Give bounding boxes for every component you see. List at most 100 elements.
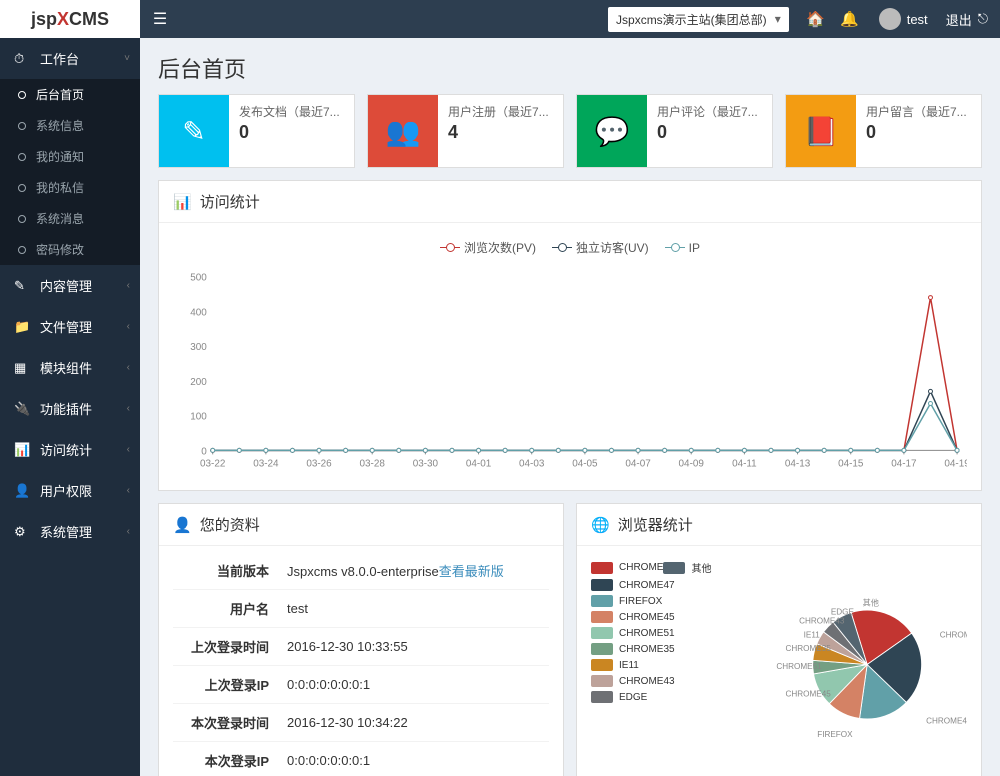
pie-legend-label: CHROME bbox=[619, 562, 663, 573]
pie-legend-item[interactable]: CHROME35 bbox=[591, 643, 681, 655]
svg-text:03-26: 03-26 bbox=[306, 458, 332, 469]
section-icon: ⚙ bbox=[14, 524, 32, 540]
svg-text:04-07: 04-07 bbox=[625, 458, 651, 469]
legend-item[interactable]: 浏览次数(PV) bbox=[440, 239, 536, 256]
svg-text:03-30: 03-30 bbox=[413, 458, 439, 469]
profile-label: 本次登录IP bbox=[173, 742, 283, 776]
stat-card-3[interactable]: 📕用户留言（最近7...0 bbox=[785, 94, 982, 168]
logout-label: 退出 bbox=[946, 10, 972, 29]
pie-legend-swatch bbox=[591, 579, 613, 591]
profile-value: Jspxcms v8.0.0-enterprise查看最新版 bbox=[283, 552, 549, 590]
avatar bbox=[879, 8, 901, 30]
pie-chart: CHROMECHROME47FIREFOXCHROME45CHROME51CHR… bbox=[731, 560, 967, 760]
pie-legend: CHROME其他 CHROME47 FIREFOX CHROME45 CHROME51 C… bbox=[591, 560, 731, 760]
circle-icon bbox=[18, 153, 26, 161]
sidebar-item-0-5[interactable]: 密码修改 bbox=[0, 234, 140, 265]
sidebar-section-6[interactable]: 👤用户权限‹ bbox=[0, 470, 140, 511]
pie-legend-item[interactable]: FIREFOX bbox=[591, 595, 681, 607]
pie-legend-swatch bbox=[591, 562, 613, 574]
section-label: 模块组件 bbox=[40, 358, 92, 377]
sidebar-item-0-2[interactable]: 我的通知 bbox=[0, 141, 140, 172]
sidebar-item-0-1[interactable]: 系统信息 bbox=[0, 110, 140, 141]
svg-text:400: 400 bbox=[190, 307, 207, 318]
profile-label: 当前版本 bbox=[173, 552, 283, 590]
svg-text:100: 100 bbox=[190, 412, 207, 423]
site-selector-dropdown[interactable]: Jspxcms演示主站(集团总部) bbox=[608, 7, 789, 32]
pie-legend-item[interactable]: CHROME bbox=[591, 560, 663, 575]
chevron-icon: ‹ bbox=[127, 444, 130, 455]
profile-header: 👤 您的资料 bbox=[159, 504, 563, 546]
stat-card-icon: 📕 bbox=[786, 95, 856, 167]
profile-label: 上次登录时间 bbox=[173, 628, 283, 666]
svg-text:FIREFOX: FIREFOX bbox=[817, 730, 853, 739]
brand-logo: jspXCMS bbox=[0, 0, 140, 38]
stat-card-2[interactable]: 💬用户评论（最近7...0 bbox=[576, 94, 773, 168]
pie-legend-item[interactable]: CHROME43 bbox=[591, 675, 681, 687]
brand-jsp: jsp bbox=[31, 9, 57, 30]
svg-text:04-11: 04-11 bbox=[732, 458, 757, 469]
profile-label: 本次登录时间 bbox=[173, 704, 283, 742]
sidebar-section-7[interactable]: ⚙系统管理‹ bbox=[0, 511, 140, 552]
logout-button[interactable]: 退出 ⎋ bbox=[934, 10, 1000, 29]
sidebar-section-4[interactable]: 🔌功能插件‹ bbox=[0, 388, 140, 429]
legend-label: IP bbox=[689, 241, 700, 255]
stat-card-1[interactable]: 👥用户注册（最近7...4 bbox=[367, 94, 564, 168]
sidebar-section-1[interactable]: ✎内容管理‹ bbox=[0, 265, 140, 306]
profile-label: 上次登录IP bbox=[173, 666, 283, 704]
pie-legend-item[interactable]: CHROME47 bbox=[591, 579, 681, 591]
pie-legend-swatch bbox=[591, 595, 613, 607]
pie-legend-item[interactable]: IE11 bbox=[591, 659, 681, 671]
pie-legend-item[interactable]: CHROME45 bbox=[591, 611, 681, 623]
user-menu[interactable]: test bbox=[867, 8, 934, 30]
pie-legend-item[interactable]: CHROME51 bbox=[591, 627, 681, 639]
legend-marker bbox=[665, 247, 685, 248]
svg-text:CHROME45: CHROME45 bbox=[785, 689, 831, 698]
profile-row: 用户名test bbox=[173, 590, 549, 628]
sidebar-item-0-4[interactable]: 系统消息 bbox=[0, 203, 140, 234]
profile-panel: 👤 您的资料 当前版本Jspxcms v8.0.0-enterprise查看最新… bbox=[158, 503, 564, 776]
pie-legend-item[interactable]: EDGE bbox=[591, 691, 681, 703]
circle-icon bbox=[18, 215, 26, 223]
svg-text:CHROME: CHROME bbox=[940, 630, 967, 639]
svg-text:IE11: IE11 bbox=[804, 630, 821, 639]
chevron-icon: ‹ bbox=[127, 321, 130, 332]
sidebar-item-0-0[interactable]: 后台首页 bbox=[0, 79, 140, 110]
sidebar-section-3[interactable]: ▦模块组件‹ bbox=[0, 347, 140, 388]
section-label: 功能插件 bbox=[40, 399, 92, 418]
stat-card-icon: 💬 bbox=[577, 95, 647, 167]
profile-table: 当前版本Jspxcms v8.0.0-enterprise查看最新版用户名tes… bbox=[173, 552, 549, 776]
sidebar-section-0[interactable]: ⏱工作台˅ bbox=[0, 38, 140, 79]
user-icon: 👤 bbox=[173, 516, 192, 534]
sidebar-toggle-button[interactable]: ☰ bbox=[140, 0, 180, 38]
notifications-icon[interactable]: 🔔 bbox=[833, 0, 867, 38]
brand-cms: CMS bbox=[69, 9, 109, 30]
sidebar-section-5[interactable]: 📊访问统计‹ bbox=[0, 429, 140, 470]
profile-value: 0:0:0:0:0:0:0:1 bbox=[283, 666, 549, 704]
stat-card-0[interactable]: ✎发布文档（最近7...0 bbox=[158, 94, 355, 168]
stat-card-value: 4 bbox=[448, 122, 553, 143]
visit-stats-panel: 📊 访问统计 浏览次数(PV)独立访客(UV)IP 01002003004005… bbox=[158, 180, 982, 491]
profile-row: 上次登录时间2016-12-30 10:33:55 bbox=[173, 628, 549, 666]
page-title: 后台首页 bbox=[140, 38, 1000, 94]
sidebar-item-0-3[interactable]: 我的私信 bbox=[0, 172, 140, 203]
section-label: 文件管理 bbox=[40, 317, 92, 336]
sidebar-item-label: 系统消息 bbox=[36, 210, 84, 227]
stat-card-value: 0 bbox=[239, 122, 344, 143]
stat-card-title: 用户留言（最近7... bbox=[866, 103, 971, 120]
legend-item[interactable]: IP bbox=[665, 241, 700, 255]
home-icon[interactable]: 🏠 bbox=[799, 0, 833, 38]
sidebar-section-2[interactable]: 📁文件管理‹ bbox=[0, 306, 140, 347]
profile-row: 本次登录时间2016-12-30 10:34:22 bbox=[173, 704, 549, 742]
latest-version-link[interactable]: 查看最新版 bbox=[439, 564, 504, 579]
exit-icon: ⎋ bbox=[978, 11, 988, 27]
legend-item[interactable]: 独立访客(UV) bbox=[552, 239, 649, 256]
svg-text:04-05: 04-05 bbox=[572, 458, 598, 469]
stat-card-title: 用户注册（最近7... bbox=[448, 103, 553, 120]
pie-legend-swatch bbox=[591, 675, 613, 687]
section-label: 系统管理 bbox=[40, 522, 92, 541]
profile-label: 用户名 bbox=[173, 590, 283, 628]
chevron-icon: ‹ bbox=[127, 485, 130, 496]
pie-legend-item[interactable]: 其他 bbox=[663, 560, 731, 575]
svg-text:04-01: 04-01 bbox=[466, 458, 492, 469]
svg-text:04-09: 04-09 bbox=[679, 458, 705, 469]
